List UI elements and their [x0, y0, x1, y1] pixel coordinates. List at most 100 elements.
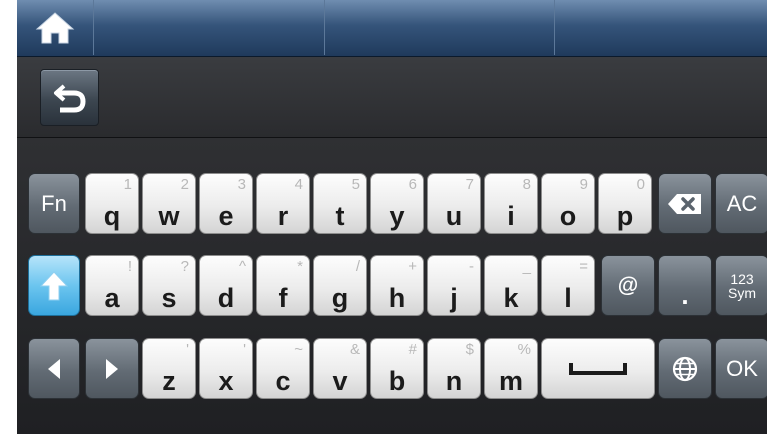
- key-l[interactable]: = l: [541, 255, 595, 316]
- ok-key-label: OK: [726, 355, 758, 381]
- right-arrow-icon: [106, 358, 118, 379]
- key-n[interactable]: $ n: [427, 338, 481, 399]
- key-r[interactable]: 4 r: [256, 173, 310, 234]
- key-primary-label: e: [218, 201, 234, 231]
- key-secondary-label: $: [465, 341, 474, 358]
- key-secondary-label: 3: [237, 176, 246, 193]
- symbols-key-label-top: 123: [730, 270, 754, 287]
- key-c[interactable]: ~ c: [256, 338, 310, 399]
- symbols-key-label: 123 Sym: [716, 256, 767, 315]
- shift-key[interactable]: [28, 255, 80, 316]
- shift-arrow-icon: [39, 270, 69, 300]
- symbols-key-label-bottom: Sym: [728, 284, 756, 301]
- key-primary-label: q: [103, 201, 121, 231]
- key-secondary-label: &: [349, 341, 360, 358]
- key-t[interactable]: 5 t: [313, 173, 367, 234]
- key-s[interactable]: ? s: [142, 255, 196, 316]
- return-arrow-icon: [53, 83, 86, 112]
- device-screen: Fn 1 q 2 w 3 e 4 r 5 t 6 y 7 u 8 i 9 o 0…: [17, 0, 767, 434]
- key-primary-label: t: [335, 201, 345, 231]
- period-key[interactable]: .: [658, 255, 712, 316]
- cursor-left-key-label: [29, 339, 79, 398]
- key-primary-label: d: [217, 283, 235, 313]
- key-primary-label: c: [275, 366, 291, 396]
- key-f[interactable]: * f: [256, 255, 310, 316]
- at-key-label: @: [617, 273, 639, 297]
- key-p[interactable]: 0 p: [598, 173, 652, 234]
- key-secondary-label: !: [127, 258, 132, 275]
- key-w[interactable]: 2 w: [142, 173, 196, 234]
- back-button[interactable]: [40, 69, 99, 126]
- at-key[interactable]: @: [601, 255, 655, 316]
- key-primary-label: y: [389, 201, 405, 231]
- symbols-key[interactable]: 123 Sym: [715, 255, 767, 316]
- language-key[interactable]: [658, 338, 712, 399]
- period-key-label: .: [681, 280, 689, 310]
- key-secondary-label: *: [297, 258, 303, 275]
- key-m[interactable]: % m: [484, 338, 538, 399]
- space-key[interactable]: [541, 338, 655, 399]
- key-j[interactable]: - j: [427, 255, 481, 316]
- backspace-key[interactable]: [658, 173, 712, 234]
- key-primary-label: w: [158, 201, 180, 231]
- key-secondary-label: ~: [294, 341, 303, 358]
- key-secondary-label: ': [243, 341, 246, 358]
- key-h[interactable]: + h: [370, 255, 424, 316]
- key-a[interactable]: ! a: [85, 255, 139, 316]
- home-icon: [35, 11, 75, 43]
- key-secondary-label: -: [469, 258, 474, 275]
- cursor-right-key[interactable]: [85, 338, 139, 399]
- key-z[interactable]: ' z: [142, 338, 196, 399]
- top-bar-segment: [93, 0, 325, 55]
- key-secondary-label: =: [579, 258, 588, 275]
- key-primary-label: v: [332, 366, 348, 396]
- key-primary-label: j: [450, 283, 458, 313]
- key-q[interactable]: 1 q: [85, 173, 139, 234]
- key-secondary-label: #: [408, 341, 417, 358]
- key-k[interactable]: _ k: [484, 255, 538, 316]
- fn-key[interactable]: Fn: [28, 173, 80, 234]
- key-secondary-label: 4: [294, 176, 303, 193]
- cursor-left-key[interactable]: [28, 338, 80, 399]
- key-primary-label: s: [161, 283, 177, 313]
- key-secondary-label: 7: [465, 176, 474, 193]
- key-secondary-label: 8: [522, 176, 531, 193]
- globe-icon: [672, 356, 698, 381]
- ok-key[interactable]: OK: [715, 338, 767, 399]
- key-primary-label: k: [503, 283, 519, 313]
- key-primary-label: i: [507, 201, 515, 231]
- key-secondary-label: 6: [408, 176, 417, 193]
- key-y[interactable]: 6 y: [370, 173, 424, 234]
- key-primary-label: p: [616, 201, 634, 231]
- key-primary-label: x: [218, 366, 234, 396]
- shift-key-label: [29, 256, 79, 315]
- key-secondary-label: ^: [238, 258, 246, 275]
- virtual-keyboard: Fn 1 q 2 w 3 e 4 r 5 t 6 y 7 u 8 i 9 o 0…: [17, 138, 767, 434]
- home-button[interactable]: [17, 0, 93, 55]
- key-primary-label: m: [498, 366, 523, 396]
- ac-key[interactable]: AC: [715, 173, 767, 234]
- key-primary-label: l: [564, 283, 572, 313]
- key-o[interactable]: 9 o: [541, 173, 595, 234]
- backspace-key-label: [659, 174, 711, 233]
- key-secondary-label: +: [408, 258, 417, 275]
- key-g[interactable]: / g: [313, 255, 367, 316]
- space-bar-icon: [569, 362, 627, 375]
- key-v[interactable]: & v: [313, 338, 367, 399]
- key-x[interactable]: ' x: [199, 338, 253, 399]
- key-secondary-label: /: [355, 258, 360, 275]
- key-secondary-label: 1: [123, 176, 132, 193]
- backspace-icon: [668, 193, 701, 214]
- key-i[interactable]: 8 i: [484, 173, 538, 234]
- input-bar: [17, 57, 767, 138]
- key-primary-label: z: [162, 366, 176, 396]
- key-e[interactable]: 3 e: [199, 173, 253, 234]
- key-d[interactable]: ^ d: [199, 255, 253, 316]
- key-primary-label: h: [388, 283, 406, 313]
- key-secondary-label: 5: [351, 176, 360, 193]
- key-secondary-label: 0: [636, 176, 645, 193]
- key-primary-label: a: [104, 283, 120, 313]
- key-secondary-label: %: [517, 341, 531, 358]
- key-b[interactable]: # b: [370, 338, 424, 399]
- key-u[interactable]: 7 u: [427, 173, 481, 234]
